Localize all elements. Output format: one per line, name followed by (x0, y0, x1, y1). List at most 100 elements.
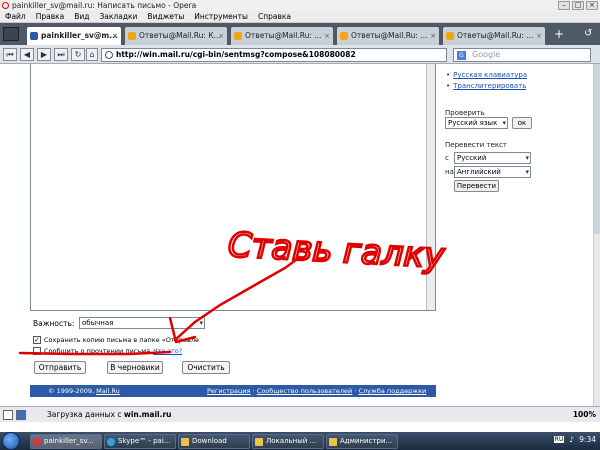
editor-scrollbar[interactable] (426, 64, 435, 310)
tab-answers-1[interactable]: Ответы@Mail.Ru: К... × (124, 26, 228, 45)
save-draft-button[interactable]: В черновики (107, 361, 163, 374)
task-label: Download (192, 436, 227, 445)
support-link[interactable]: Служба поддержки (358, 387, 426, 395)
panel-toggle-icon[interactable] (3, 410, 13, 420)
forward-icon[interactable]: ▶ (37, 48, 51, 61)
translate-from-select[interactable]: Русский (454, 152, 531, 164)
spellcheck-ok-button[interactable]: ок (512, 117, 532, 129)
task-label: Skype™ - pai... (118, 436, 171, 445)
tab-close-icon[interactable]: × (324, 27, 330, 45)
translate-from-value: Русский (457, 154, 487, 162)
new-tab-icon[interactable]: + (554, 28, 568, 42)
registration-link[interactable]: Регистрация (207, 387, 251, 395)
tab-close-icon[interactable]: × (218, 27, 224, 45)
taskbar-opera[interactable]: painkiller_sv... (30, 433, 102, 449)
tab-label: Ответы@Mail.Ru: ... (245, 31, 322, 40)
what-is-this-link[interactable]: Что это? (153, 347, 182, 355)
taskbar-skype[interactable]: Skype™ - pai... (104, 433, 176, 449)
menu-tools[interactable]: Инструменты (194, 11, 248, 22)
translate-to-value: Английский (457, 168, 501, 176)
tab-close-icon[interactable]: × (430, 27, 436, 45)
tab-close-icon[interactable]: × (112, 27, 118, 45)
community-link[interactable]: Сообщество пользователей (257, 387, 352, 395)
clock[interactable]: 9:34 (579, 435, 596, 444)
translate-button[interactable]: Перевести (454, 180, 499, 192)
save-copy-checkbox[interactable]: ✓ (33, 336, 41, 344)
answers-favicon-icon (234, 32, 242, 40)
tab-compose[interactable]: painkiller_sv@m... × (26, 26, 122, 45)
menu-widgets[interactable]: Виджеты (147, 11, 184, 22)
footer-links: Регистрация · Сообщество пользователей ·… (207, 385, 426, 397)
language-indicator[interactable]: RU (553, 436, 565, 443)
notify-read-checkbox[interactable] (33, 347, 41, 355)
navigation-bar: ⏮ ◀ ▶ ⏭ ↻ ⌂ http://win.mail.ru/cgi-bin/s… (0, 45, 600, 64)
loading-prefix: Загрузка данных с (47, 410, 124, 419)
tab-bar: painkiller_sv@m... × Ответы@Mail.Ru: К..… (0, 23, 600, 45)
spellcheck-language-select[interactable]: Русский язык (445, 117, 508, 129)
menu-edit[interactable]: Правка (36, 11, 65, 22)
translate-to-select[interactable]: Английский (454, 166, 531, 178)
notify-read-row: Сообщить о прочтении письма Что это? (33, 347, 182, 355)
close-icon[interactable]: × (586, 1, 598, 10)
copyright-text: © 1999-2009, (48, 387, 97, 395)
page-icon (105, 51, 113, 59)
importance-value: обычная (82, 319, 114, 327)
task-label: Локальный ... (266, 436, 317, 445)
task-label: Администри... (340, 436, 393, 445)
answers-favicon-icon (340, 32, 348, 40)
tab-label: painkiller_sv@m... (41, 31, 118, 40)
clear-button[interactable]: Очистить (182, 361, 230, 374)
window-title: painkiller_sv@mail.ru: Написать письмо -… (12, 1, 197, 10)
tab-answers-3[interactable]: Ответы@Mail.Ru: ... × (336, 26, 440, 45)
russian-keyboard-link[interactable]: Русская клавиатура (446, 71, 527, 79)
reload-icon[interactable]: ↻ (71, 48, 85, 61)
rewind-icon[interactable]: ⏮ (3, 48, 17, 61)
address-bar[interactable]: http://win.mail.ru/cgi-bin/sentmsg?compo… (101, 48, 447, 62)
tab-answers-4[interactable]: Ответы@Mail.Ru: ... × (442, 26, 546, 45)
page-scrollbar[interactable] (593, 64, 600, 406)
start-button[interactable] (2, 432, 20, 450)
minimize-icon[interactable]: – (558, 1, 570, 10)
menu-bookmarks[interactable]: Закладки (100, 11, 138, 22)
menu-help[interactable]: Справка (258, 11, 291, 22)
taskbar-admin[interactable]: Администри... (326, 433, 398, 449)
opera-icon (33, 437, 41, 446)
window-controls: – □ × (558, 1, 598, 10)
message-body-textarea[interactable] (30, 64, 436, 311)
search-input[interactable]: G Google (453, 48, 591, 62)
taskbar-local[interactable]: Локальный ... (252, 433, 324, 449)
transliterate-link[interactable]: Транслитерировать (446, 82, 526, 90)
google-icon: G (457, 51, 466, 60)
search-placeholder: Google (472, 50, 501, 59)
fast-forward-icon[interactable]: ⏭ (54, 48, 68, 61)
maximize-icon[interactable]: □ (572, 1, 584, 10)
home-icon[interactable]: ⌂ (86, 48, 98, 61)
menu-view[interactable]: Вид (74, 11, 89, 22)
back-icon[interactable]: ◀ (20, 48, 34, 61)
page-footer: © 1999-2009, Mail.Ru Регистрация · Сообщ… (30, 385, 436, 397)
tab-answers-2[interactable]: Ответы@Mail.Ru: ... × (230, 26, 334, 45)
speaker-icon[interactable]: ♪ (569, 435, 574, 444)
notify-read-label: Сообщить о прочтении письма (44, 347, 151, 355)
mailru-home-link[interactable]: Mail.Ru (96, 387, 120, 395)
send-button[interactable]: Отправить (34, 361, 86, 374)
taskbar-download[interactable]: Download (178, 433, 250, 449)
tab-menu-icon[interactable] (3, 27, 19, 41)
task-label: painkiller_sv... (44, 436, 94, 445)
folder-icon (329, 437, 337, 446)
mail-favicon-icon (30, 32, 38, 40)
trash-icon[interactable]: ↺ (584, 28, 596, 40)
tab-close-icon[interactable]: × (536, 27, 542, 45)
folder-icon (181, 437, 189, 446)
zoom-level[interactable]: 100% (573, 407, 596, 422)
tab-label: Ответы@Mail.Ru: ... (457, 31, 534, 40)
windows-taskbar: painkiller_sv... Skype™ - pai... Downloa… (0, 432, 600, 450)
importance-label: Важность: (33, 319, 75, 328)
system-tray: RU ♪ 9:34 (553, 435, 596, 444)
menu-file[interactable]: Файл (5, 11, 26, 22)
save-copy-label: Сохранить копию письма в папке «Отправле (44, 336, 199, 344)
page-scrollbar-thumb[interactable] (594, 64, 600, 234)
unite-icon[interactable] (16, 410, 26, 420)
answers-favicon-icon (446, 32, 454, 40)
importance-select[interactable]: обычная (79, 317, 205, 329)
